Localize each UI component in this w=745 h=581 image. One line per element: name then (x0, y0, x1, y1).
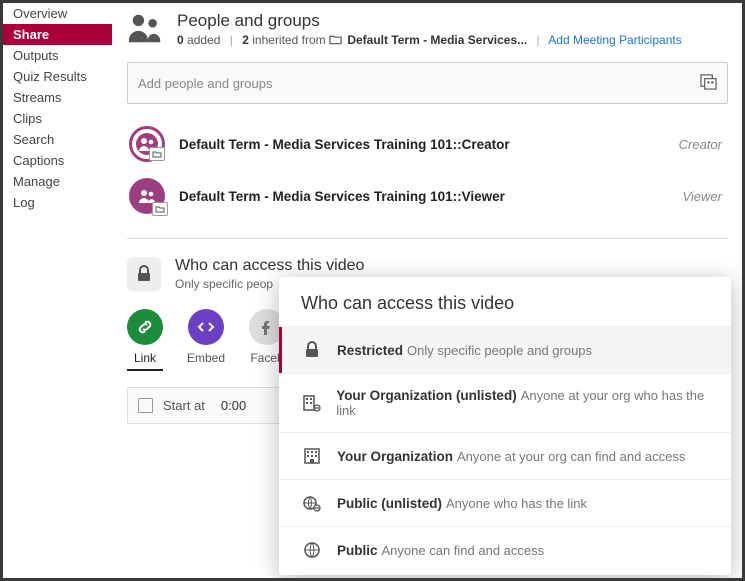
building-link-icon (301, 394, 322, 412)
sidebar-item-streams[interactable]: Streams (3, 87, 112, 108)
access-option-org-unlisted[interactable]: Your Organization (unlisted)Anyone at yo… (279, 373, 731, 432)
access-option-label: Your Organization (unlisted) (336, 388, 517, 403)
folder-badge-icon (152, 202, 168, 216)
group-name: Default Term - Media Services Training 1… (179, 189, 682, 204)
sidebar-item-overview[interactable]: Overview (3, 3, 112, 24)
sidebar-item-outputs[interactable]: Outputs (3, 45, 112, 66)
globe-icon (301, 541, 323, 559)
access-option-desc: Anyone at your org can find and access (457, 449, 685, 464)
sidebar-item-quiz-results[interactable]: Quiz Results (3, 66, 112, 87)
lock-icon (301, 341, 323, 359)
directory-icon[interactable] (700, 73, 717, 93)
add-people-input[interactable]: Add people and groups (127, 62, 728, 104)
access-option-label: Public (unlisted) (337, 496, 442, 511)
group-avatar-icon (129, 178, 165, 214)
folder-badge-icon (149, 147, 165, 161)
folder-icon (329, 33, 344, 47)
people-icon (127, 11, 165, 48)
group-role: Viewer (682, 189, 722, 204)
access-option-desc: Anyone can find and access (382, 543, 545, 558)
sidebar-item-clips[interactable]: Clips (3, 108, 112, 129)
sidebar: Overview Share Outputs Quiz Results Stre… (3, 3, 113, 578)
add-people-placeholder: Add people and groups (138, 76, 272, 91)
building-icon (301, 447, 323, 465)
access-option-public-unlisted[interactable]: Public (unlisted) Anyone who has the link (279, 479, 731, 526)
access-option-public[interactable]: Public Anyone can find and access (279, 526, 731, 573)
sidebar-item-share[interactable]: Share (3, 24, 112, 45)
add-meeting-participants-link[interactable]: Add Meeting Participants (548, 33, 681, 47)
group-avatar-icon (129, 126, 165, 162)
start-at-time[interactable]: 0:00 (221, 398, 246, 413)
group-name: Default Term - Media Services Training 1… (179, 137, 679, 152)
divider (127, 238, 728, 239)
access-option-label: Public (337, 543, 378, 558)
access-popup: Who can access this video Restricted Only… (279, 277, 731, 575)
page-title: People and groups (177, 11, 682, 31)
group-row-creator[interactable]: Default Term - Media Services Training 1… (127, 118, 728, 170)
access-title: Who can access this video (175, 257, 364, 275)
added-label: added (187, 33, 220, 47)
share-tab-label: Embed (187, 351, 225, 365)
share-tab-link[interactable]: Link (127, 309, 163, 371)
access-option-desc: Only specific people and groups (407, 343, 592, 358)
access-popup-title: Who can access this video (279, 277, 731, 326)
share-tab-label: Link (134, 351, 156, 365)
access-option-label: Restricted (337, 343, 403, 358)
start-at-label: Start at (163, 398, 205, 413)
sidebar-item-captions[interactable]: Captions (3, 150, 112, 171)
header-subtitle: 0 added | 2 inherited from Default Term … (177, 33, 682, 47)
inherited-count: 2 (242, 33, 249, 47)
globe-link-icon (301, 494, 323, 512)
share-tab-embed[interactable]: Embed (187, 309, 225, 371)
group-row-viewer[interactable]: Default Term - Media Services Training 1… (127, 170, 728, 222)
start-at-checkbox[interactable] (138, 398, 153, 413)
lock-icon (127, 257, 161, 291)
inherited-folder[interactable]: Default Term - Media Services... (347, 33, 527, 47)
inherited-label: inherited from (252, 33, 325, 47)
sidebar-item-manage[interactable]: Manage (3, 171, 112, 192)
access-option-org[interactable]: Your Organization Anyone at your org can … (279, 432, 731, 479)
sidebar-item-search[interactable]: Search (3, 129, 112, 150)
access-option-desc: Anyone who has the link (446, 496, 587, 511)
sidebar-item-log[interactable]: Log (3, 192, 112, 213)
group-role: Creator (679, 137, 722, 152)
access-option-restricted[interactable]: Restricted Only specific people and group… (279, 326, 731, 373)
added-count: 0 (177, 33, 184, 47)
access-option-label: Your Organization (337, 449, 453, 464)
